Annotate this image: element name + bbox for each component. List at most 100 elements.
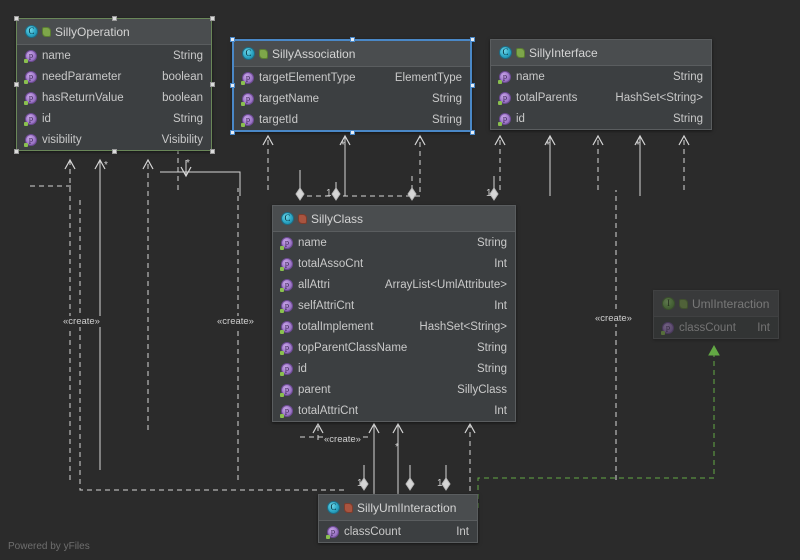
private-attribute-icon: p	[326, 525, 339, 539]
aggregation-edges-into-sillyumlinteraction	[364, 465, 446, 490]
attribute-row[interactable]: p targetName String	[234, 88, 470, 109]
attribute-row[interactable]: p name String	[17, 45, 211, 66]
attribute-row[interactable]: p selfAttriCnt Int	[273, 295, 515, 316]
class-header[interactable]: C SillyAssociation	[234, 41, 470, 67]
attribute-row[interactable]: p allAttri ArrayList<UmlAttribute>	[273, 274, 515, 295]
uml-class-sillyInterface[interactable]: C SillyInterface p name String p totalParents H…	[490, 39, 712, 130]
selection-handle[interactable]	[111, 148, 117, 154]
attribute-row[interactable]: p totalParents HashSet<String>	[491, 87, 711, 108]
edge-stereotype-label: «create»	[323, 434, 362, 445]
class-name: SillyOperation	[55, 24, 130, 39]
selection-handle[interactable]	[229, 83, 235, 88]
selection-handle[interactable]	[469, 83, 475, 88]
interface-icon: I	[662, 297, 675, 310]
attribute-type: SillyClass	[457, 383, 507, 396]
uml-class-sillyOperation[interactable]: C SillyOperation p name String p needParameter…	[16, 18, 212, 151]
selection-handle[interactable]	[209, 148, 215, 154]
leaf-icon	[344, 502, 353, 513]
uml-class-sillyAssociation[interactable]: C SillyAssociation p targetElementType Eleme…	[232, 39, 472, 132]
lock-badge-icon	[24, 58, 28, 63]
class-name: SillyInterface	[529, 45, 598, 60]
attribute-row[interactable]: p targetElementType ElementType	[234, 67, 470, 88]
class-header[interactable]: C SillyInterface	[491, 40, 711, 66]
uml-class-umlInteraction[interactable]: I UmlInteraction p classCount Int	[653, 290, 779, 339]
edge-stereotype-label: «create»	[594, 313, 633, 324]
lock-badge-icon	[24, 142, 28, 147]
attribute-name: id	[516, 112, 525, 125]
attribute-row[interactable]: p visibility Visibility	[17, 129, 211, 150]
attribute-name: totalAssoCnt	[298, 257, 364, 270]
lock-badge-icon	[280, 392, 284, 397]
selection-handle[interactable]	[469, 129, 475, 135]
attribute-type: Int	[757, 321, 770, 334]
selection-handle[interactable]	[13, 15, 19, 21]
selection-handle[interactable]	[111, 15, 117, 21]
attribute-row[interactable]: p hasReturnValue boolean	[17, 87, 211, 108]
attribute-name: totalImplement	[298, 320, 374, 333]
attribute-row[interactable]: p id String	[17, 108, 211, 129]
attribute-name: targetElementType	[259, 71, 356, 84]
class-icon: C	[25, 25, 38, 38]
lock-badge-icon	[241, 80, 245, 85]
attribute-name: name	[516, 70, 545, 83]
attribute-name: parent	[298, 383, 331, 396]
selection-handle[interactable]	[349, 36, 355, 42]
lock-badge-icon	[280, 308, 284, 313]
attribute-row[interactable]: p id String	[273, 358, 515, 379]
attribute-row[interactable]: p id String	[491, 108, 711, 129]
attribute-name: name	[298, 236, 327, 249]
attribute-type: String	[476, 236, 507, 249]
attribute-type: String	[476, 341, 507, 354]
selection-handle[interactable]	[13, 148, 19, 154]
lock-badge-icon	[24, 79, 28, 84]
attribute-row[interactable]: p needParameter boolean	[17, 66, 211, 87]
class-header[interactable]: C SillyOperation	[17, 19, 211, 45]
lock-badge-icon	[280, 287, 284, 292]
uml-class-sillyUmlInteraction[interactable]: C SillyUmlInteraction p classCount Int	[318, 494, 478, 543]
selection-handle[interactable]	[349, 129, 355, 135]
attribute-row[interactable]: p totalAssoCnt Int	[273, 253, 515, 274]
attribute-type: Int	[494, 404, 507, 417]
attribute-row[interactable]: p totalImplement HashSet<String>	[273, 316, 515, 337]
selection-handle[interactable]	[209, 82, 215, 87]
edge-stereotype-label: «create»	[216, 316, 255, 327]
selection-handle[interactable]	[469, 36, 475, 42]
attribute-type: Visibility	[161, 133, 203, 146]
lock-badge-icon	[498, 121, 502, 126]
class-header[interactable]: C SillyUmlInteraction	[319, 495, 477, 521]
attribute-row[interactable]: p name String	[491, 66, 711, 87]
selection-handle[interactable]	[229, 36, 235, 42]
private-attribute-icon: p	[24, 91, 37, 105]
multiplicity-label: 1	[486, 188, 492, 199]
uml-diagram-canvas[interactable]: C SillyOperation p name String p needParameter…	[0, 0, 800, 560]
attribute-name: visibility	[42, 133, 82, 146]
attribute-row[interactable]: p totalAttriCnt Int	[273, 400, 515, 421]
attribute-name: id	[298, 362, 307, 375]
attribute-row[interactable]: p topParentClassName String	[273, 337, 515, 358]
uml-class-sillyClass[interactable]: C SillyClass p name String p totalAssoCnt Int p a…	[272, 205, 516, 422]
lock-badge-icon	[280, 350, 284, 355]
private-attribute-icon: p	[241, 113, 254, 127]
lock-badge-icon	[241, 101, 245, 106]
attribute-row[interactable]: p classCount Int	[319, 521, 477, 542]
attribute-type: boolean	[162, 91, 203, 104]
private-attribute-icon: p	[280, 299, 293, 313]
class-icon: C	[327, 501, 340, 514]
attribute-row[interactable]: p parent SillyClass	[273, 379, 515, 400]
selection-handle[interactable]	[229, 129, 235, 135]
leaf-icon	[516, 47, 525, 58]
edges-misc-left	[30, 160, 241, 196]
selection-handle[interactable]	[13, 82, 19, 87]
class-header[interactable]: C SillyClass	[273, 206, 515, 232]
leaf-icon	[42, 26, 51, 37]
attribute-row[interactable]: p targetId String	[234, 109, 470, 130]
multiplicity-label: 1	[357, 478, 363, 489]
attribute-row[interactable]: p classCount Int	[654, 317, 778, 338]
attribute-type: String	[476, 362, 507, 375]
class-header[interactable]: I UmlInteraction	[654, 291, 778, 317]
attribute-name: selfAttriCnt	[298, 299, 355, 312]
selection-handle[interactable]	[209, 15, 215, 21]
attribute-name: hasReturnValue	[42, 91, 124, 104]
lock-badge-icon	[280, 413, 284, 418]
attribute-row[interactable]: p name String	[273, 232, 515, 253]
